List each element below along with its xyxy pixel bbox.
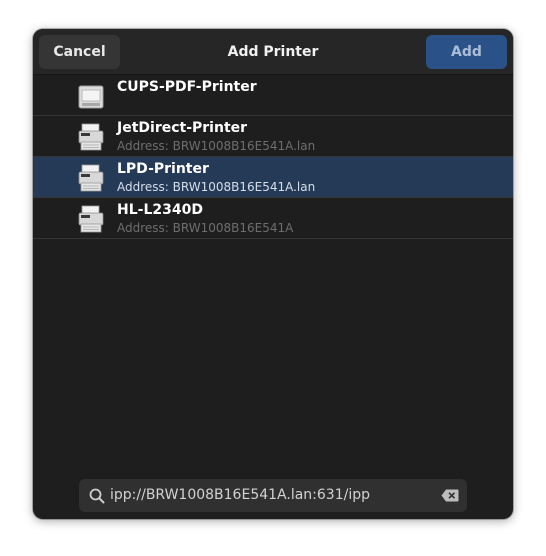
printer-icon: [78, 164, 104, 192]
cancel-button[interactable]: Cancel: [39, 35, 120, 69]
printer-row[interactable]: JetDirect-Printer Address: BRW1008B16E54…: [33, 116, 513, 157]
address-search-input[interactable]: ipp://BRW1008B16E541A.lan:631/ipp: [79, 479, 467, 512]
printer-address: Address: BRW1008B16E541A: [117, 221, 294, 235]
header-bar: Cancel Add Printer Add: [33, 29, 513, 75]
printer-address: Address: BRW1008B16E541A.lan: [117, 139, 316, 153]
pdf-printer-icon: [78, 85, 104, 109]
printer-icon: [78, 205, 104, 233]
printer-name: JetDirect-Printer: [117, 120, 248, 136]
search-value[interactable]: ipp://BRW1008B16E541A.lan:631/ipp: [110, 479, 370, 512]
search-icon: [89, 488, 105, 504]
printer-row[interactable]: CUPS-PDF-Printer: [33, 75, 513, 116]
printer-name: CUPS-PDF-Printer: [117, 79, 257, 95]
printer-list: CUPS-PDF-Printer JetDirect-Printer Addre…: [33, 75, 513, 239]
clear-icon[interactable]: [441, 489, 459, 502]
dialog-title: Add Printer: [227, 44, 319, 60]
printer-icon: [78, 123, 104, 151]
printer-address: Address: BRW1008B16E541A.lan: [117, 180, 316, 194]
printer-row[interactable]: HL-L2340D Address: BRW1008B16E541A: [33, 198, 513, 239]
add-button[interactable]: Add: [426, 35, 507, 69]
printer-name: LPD-Printer: [117, 161, 209, 177]
printer-row-selected[interactable]: LPD-Printer Address: BRW1008B16E541A.lan: [33, 157, 513, 198]
add-printer-dialog: Cancel Add Printer Add CUPS-PDF-Printer: [33, 29, 513, 519]
printer-name: HL-L2340D: [117, 202, 203, 218]
